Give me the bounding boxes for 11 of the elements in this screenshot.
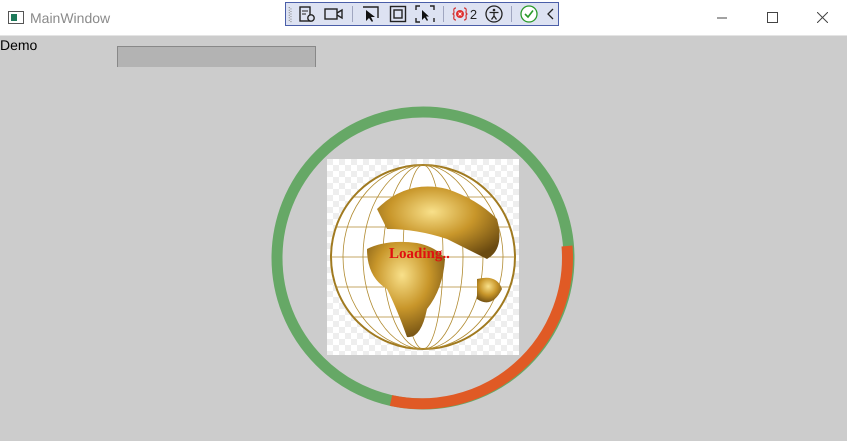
check-icon[interactable] (518, 4, 540, 24)
app-icon (8, 11, 24, 24)
accessibility-icon[interactable] (483, 4, 506, 24)
maximize-icon (766, 12, 778, 23)
grip-icon[interactable] (288, 5, 292, 23)
close-icon (816, 12, 828, 23)
window-title: MainWindow (30, 10, 110, 26)
loading-text: Loading.. (389, 246, 450, 263)
binding-errors-button[interactable]: 2 (450, 4, 480, 24)
demo-label: Demo (0, 36, 38, 53)
error-icon (452, 6, 468, 22)
